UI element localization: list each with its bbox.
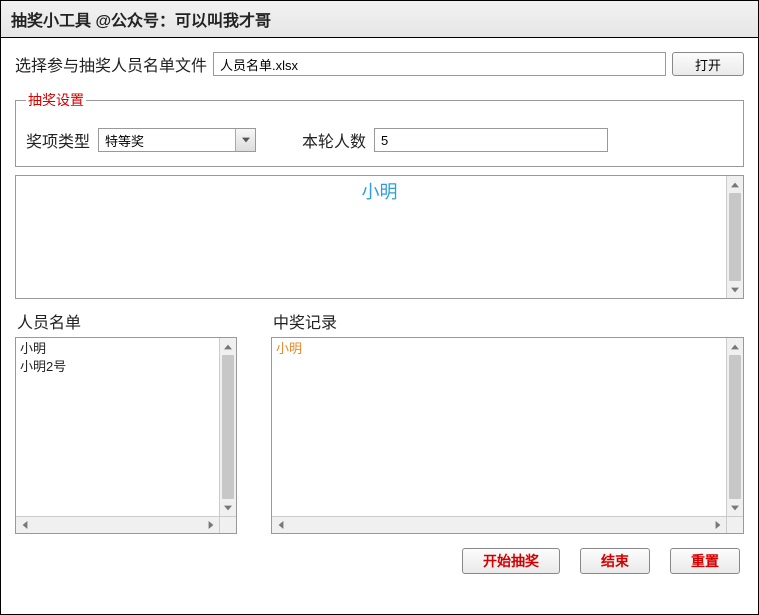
settings-fieldset: 抽奖设置 奖项类型 本轮人数: [15, 90, 744, 167]
name-list-box: 小明小明2号: [15, 337, 237, 534]
scroll-up-icon[interactable]: [727, 176, 743, 193]
reset-button[interactable]: 重置: [670, 548, 740, 574]
name-list-content[interactable]: 小明小明2号: [16, 338, 219, 516]
win-records-title: 中奖记录: [271, 309, 744, 333]
prize-type-label: 奖项类型: [26, 128, 90, 152]
settings-row: 奖项类型 本轮人数: [26, 128, 733, 152]
current-name-text: 小明: [16, 176, 743, 204]
window-titlebar: 抽奖小工具 @公众号：可以叫我才哥: [1, 1, 758, 38]
display-scrollbar[interactable]: [726, 176, 743, 298]
win-records-content[interactable]: 小明: [272, 338, 726, 516]
scroll-corner: [219, 516, 236, 533]
scroll-thumb[interactable]: [729, 355, 741, 499]
app-window: 抽奖小工具 @公众号：可以叫我才哥 选择参与抽奖人员名单文件 打开 抽奖设置 奖…: [0, 0, 759, 615]
name-list-title: 人员名单: [15, 309, 237, 333]
scroll-thumb[interactable]: [222, 355, 234, 499]
scroll-down-icon[interactable]: [727, 499, 743, 516]
round-count-label: 本轮人数: [302, 128, 366, 152]
scroll-thumb[interactable]: [729, 193, 741, 281]
chevron-down-icon[interactable]: [235, 129, 255, 151]
win-records-hscroll[interactable]: [272, 516, 726, 533]
scroll-right-icon[interactable]: [709, 517, 726, 533]
file-chooser-label: 选择参与抽奖人员名单文件: [15, 52, 207, 76]
prize-type-combobox[interactable]: [98, 128, 256, 152]
file-path-input[interactable]: [213, 52, 666, 76]
scroll-down-icon[interactable]: [220, 499, 236, 516]
prize-type-input[interactable]: [98, 128, 256, 152]
scroll-right-icon[interactable]: [202, 517, 219, 533]
win-records-box: 小明: [271, 337, 744, 534]
list-item[interactable]: 小明: [276, 340, 722, 358]
settings-legend: 抽奖设置: [26, 90, 86, 110]
win-records-column: 中奖记录 小明: [271, 309, 744, 534]
scroll-corner: [726, 516, 743, 533]
name-list-vscroll[interactable]: [219, 338, 236, 516]
scroll-up-icon[interactable]: [220, 338, 236, 355]
scroll-down-icon[interactable]: [727, 281, 743, 298]
list-item[interactable]: 小明: [20, 340, 215, 358]
scroll-up-icon[interactable]: [727, 338, 743, 355]
end-button[interactable]: 结束: [580, 548, 650, 574]
window-title: 抽奖小工具 @公众号：可以叫我才哥: [11, 13, 271, 30]
list-item[interactable]: 小明2号: [20, 358, 215, 376]
scroll-left-icon[interactable]: [272, 517, 289, 533]
win-records-vscroll[interactable]: [726, 338, 743, 516]
open-file-button[interactable]: 打开: [672, 52, 744, 76]
name-list-hscroll[interactable]: [16, 516, 219, 533]
file-chooser-row: 选择参与抽奖人员名单文件 打开: [15, 52, 744, 76]
scroll-left-icon[interactable]: [16, 517, 33, 533]
content-area: 选择参与抽奖人员名单文件 打开 抽奖设置 奖项类型 本轮人数 小明: [1, 38, 758, 614]
lists-row: 人员名单 小明小明2号 中奖记录: [15, 309, 744, 534]
name-list-column: 人员名单 小明小明2号: [15, 309, 237, 534]
action-button-row: 开始抽奖 结束 重置: [15, 544, 744, 574]
round-count-input[interactable]: [374, 128, 608, 152]
start-lottery-button[interactable]: 开始抽奖: [462, 548, 560, 574]
current-name-display: 小明: [15, 175, 744, 299]
